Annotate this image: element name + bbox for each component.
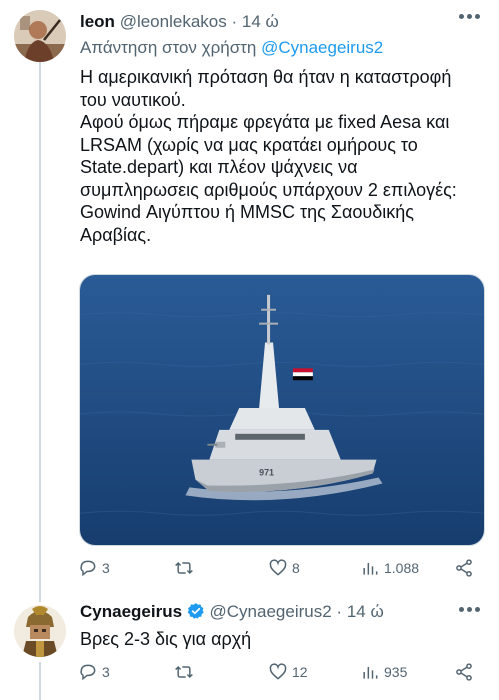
- more-button[interactable]: [459, 607, 481, 615]
- author-name[interactable]: Cynaegeirus: [80, 602, 182, 621]
- tweet-text: Η αμερικανική πρόταση θα ήταν η καταστρο…: [80, 67, 457, 245]
- heart-icon: [269, 663, 287, 680]
- views-button[interactable]: 1.088: [360, 556, 419, 580]
- views-count: 935: [384, 664, 408, 680]
- tweet-media-image[interactable]: 971: [79, 274, 485, 546]
- views-count: 1.088: [384, 560, 420, 576]
- reply-icon: [80, 560, 96, 577]
- thread-line: [39, 62, 41, 602]
- hull-number-label: 971: [259, 468, 274, 478]
- repost-button[interactable]: [174, 660, 198, 684]
- reply-button[interactable]: 3: [78, 660, 110, 684]
- more-icon-dot: [467, 607, 472, 612]
- author-handle[interactable]: @leonlekakos: [120, 12, 227, 31]
- more-icon-dot: [475, 607, 480, 612]
- views-button[interactable]: 935: [360, 660, 407, 684]
- views-icon: [363, 667, 378, 679]
- verified-badge-icon: [187, 603, 204, 619]
- avatar[interactable]: [14, 10, 66, 62]
- more-icon: [459, 14, 464, 19]
- share-button[interactable]: [454, 660, 474, 684]
- timestamp[interactable]: 14 ώ: [242, 12, 279, 31]
- like-count: 12: [292, 664, 308, 680]
- share-icon: [456, 559, 472, 577]
- reply-text: Βρες 2-3 δις για αρχή: [80, 629, 252, 649]
- like-count: 8: [292, 560, 300, 576]
- repost-icon: [175, 561, 193, 575]
- repost-icon: [175, 665, 193, 679]
- tweet-actions: 3 8 1.088: [78, 556, 488, 580]
- reply-button[interactable]: 3: [78, 556, 110, 580]
- reply-mention-link[interactable]: @Cynaegeirus2: [261, 38, 383, 57]
- reply-count: 3: [102, 560, 110, 576]
- repost-button[interactable]: [174, 556, 198, 580]
- timestamp[interactable]: 14 ώ: [347, 602, 384, 621]
- more-icon-dot: [475, 14, 480, 19]
- dot-separator: ·: [231, 12, 238, 31]
- views-icon: [363, 563, 378, 575]
- share-button[interactable]: [454, 556, 474, 580]
- reply-icon: [80, 664, 96, 681]
- more-icon: [459, 607, 464, 612]
- more-button[interactable]: [459, 14, 481, 22]
- more-icon-dot: [467, 14, 472, 19]
- dot-separator: ·: [336, 602, 343, 621]
- author-handle[interactable]: @Cynaegeirus2: [210, 602, 332, 621]
- like-button[interactable]: 8: [268, 556, 300, 580]
- reply-count: 3: [102, 664, 110, 680]
- reply-prefix: Απάντηση στον χρήστη: [80, 38, 257, 57]
- share-icon: [456, 663, 472, 681]
- tweet-actions: 3 12 935: [78, 660, 488, 684]
- heart-icon: [269, 559, 287, 576]
- avatar[interactable]: [14, 605, 66, 657]
- thread-line: [39, 662, 41, 700]
- reply-context: Απάντηση στον χρήστη @Cynaegeirus2: [80, 38, 383, 58]
- author-name[interactable]: leon: [80, 12, 115, 31]
- like-button[interactable]: 12: [268, 660, 308, 684]
